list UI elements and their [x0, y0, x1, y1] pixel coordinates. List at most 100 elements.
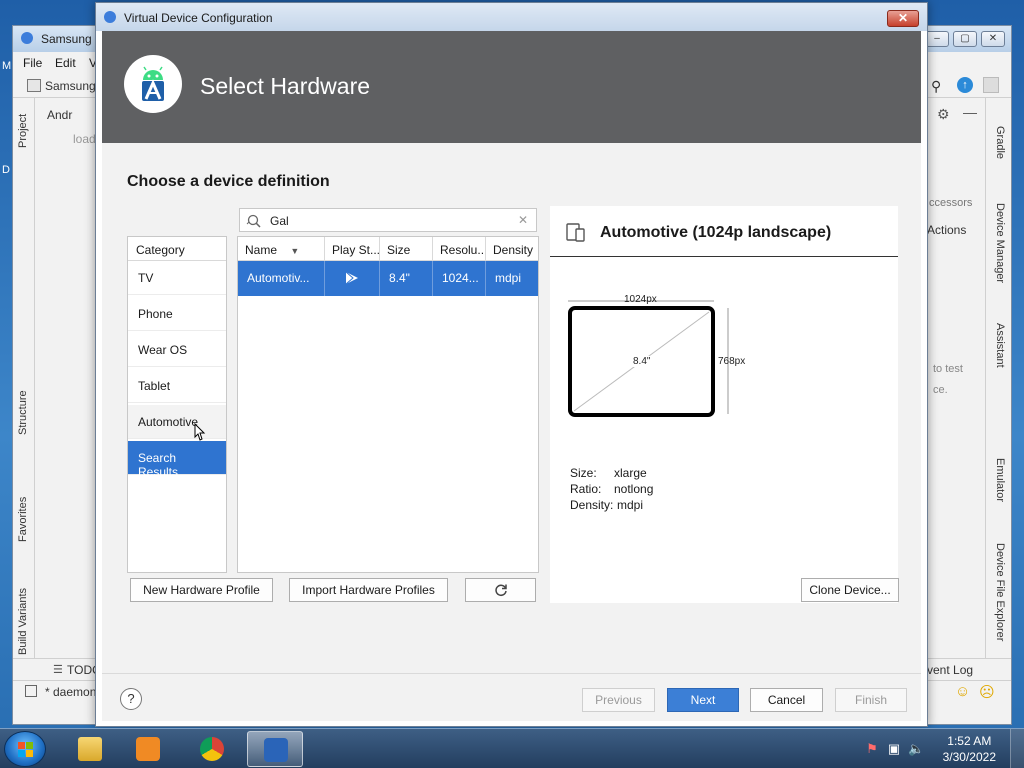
clone-device-button[interactable]: Clone Device...: [801, 578, 899, 602]
tab-emulator[interactable]: Emulator: [994, 458, 1006, 502]
tab-device-manager[interactable]: Device Manager: [994, 203, 1006, 283]
hint-text: ce.: [933, 384, 948, 396]
media-player-icon: [136, 737, 160, 761]
close-button[interactable]: ✕: [981, 31, 1005, 47]
category-item-wear-os[interactable]: Wear OS: [128, 333, 226, 367]
column-header-size[interactable]: Size: [380, 237, 433, 261]
dialog-body: Select Hardware Choose a device definiti…: [102, 31, 921, 721]
left-tool-strip: Project Structure Favorites Build Varian…: [13, 98, 35, 678]
device-title: Automotive (1024p landscape): [600, 224, 832, 241]
width-dimension-label: 1024px: [624, 294, 657, 305]
desktop-icon-label: M: [2, 60, 12, 72]
spec-row-size: Size: xlarge: [570, 466, 647, 480]
spec-key: Density:: [570, 498, 614, 512]
search-icon[interactable]: ⚲: [931, 78, 941, 95]
tab-event-log[interactable]: vent Log: [927, 663, 973, 677]
column-header-play-store[interactable]: Play St...: [325, 237, 380, 261]
column-header-name[interactable]: Name ▼: [238, 237, 325, 261]
cell-size[interactable]: 8.4": [380, 261, 433, 296]
refresh-button[interactable]: [465, 578, 536, 602]
action-center-flag-icon[interactable]: ⚑: [864, 741, 880, 757]
footer-divider: [102, 673, 921, 674]
import-hardware-profiles-button[interactable]: Import Hardware Profiles: [289, 578, 448, 602]
virtual-device-configuration-dialog: Virtual Device Configuration ✕ Select Ha…: [95, 2, 928, 727]
cancel-button[interactable]: Cancel: [750, 688, 823, 712]
update-icon[interactable]: ↑: [957, 77, 973, 93]
finish-button[interactable]: Finish: [835, 688, 907, 712]
actions-label: Actions: [927, 223, 967, 237]
network-icon[interactable]: ▣: [886, 741, 902, 757]
project-tree-item[interactable]: Andr: [47, 108, 72, 122]
dialog-titlebar: Virtual Device Configuration ✕: [96, 3, 927, 31]
new-hardware-profile-button[interactable]: New Hardware Profile: [130, 578, 273, 602]
android-studio-icon: [104, 11, 116, 23]
tab-gradle[interactable]: Gradle: [994, 126, 1006, 159]
taskbar-android-studio[interactable]: [247, 731, 303, 767]
sort-descending-icon: ▼: [290, 246, 300, 256]
spec-value: notlong: [614, 482, 654, 496]
project-icon: [27, 79, 41, 92]
show-desktop-button[interactable]: [1010, 729, 1024, 768]
sad-feedback-icon[interactable]: ☹: [979, 683, 995, 701]
right-tool-strip: Gradle Device Manager Assistant Emulator…: [985, 98, 1011, 678]
cell-name[interactable]: Automotiv...: [238, 261, 325, 296]
status-toggle-icon[interactable]: [25, 685, 37, 697]
tab-assistant[interactable]: Assistant: [994, 323, 1006, 368]
spec-value: xlarge: [614, 466, 647, 480]
column-header-density[interactable]: Density: [486, 237, 538, 261]
start-button[interactable]: [4, 731, 46, 767]
taskbar-media-player[interactable]: [120, 731, 176, 767]
device-phone-tablet-icon: [566, 223, 585, 242]
cell-density[interactable]: mdpi: [486, 261, 538, 296]
clock-date: 3/30/2022: [942, 750, 996, 764]
panel-tab-partial[interactable]: ccessors: [929, 197, 972, 209]
volume-icon[interactable]: 🔈: [908, 741, 924, 757]
tab-favorites[interactable]: Favorites: [17, 497, 29, 542]
page-title: Select Hardware: [200, 73, 371, 99]
tab-build-variants[interactable]: Build Variants: [17, 588, 29, 655]
gear-icon[interactable]: ⚙: [937, 106, 950, 123]
taskbar-explorer[interactable]: [62, 731, 118, 767]
previous-button[interactable]: Previous: [582, 688, 655, 712]
spec-key: Ratio:: [570, 482, 602, 496]
category-item-tablet[interactable]: Tablet: [128, 369, 226, 403]
menu-file[interactable]: File: [23, 56, 42, 70]
spec-row-ratio: Ratio: notlong: [570, 482, 653, 496]
tab-structure[interactable]: Structure: [17, 390, 29, 435]
cell-resolution[interactable]: 1024...: [433, 261, 486, 296]
clock-time: 1:52 AM: [947, 734, 992, 748]
desktop-icon-label: D: [2, 164, 10, 176]
category-list: Category TV Phone Wear OS Tablet Automot…: [127, 236, 227, 573]
maximize-button[interactable]: ▢: [953, 31, 977, 47]
refresh-icon: [494, 584, 507, 597]
search-input[interactable]: [270, 212, 510, 229]
taskbar-chrome[interactable]: [184, 731, 240, 767]
category-item-tv[interactable]: TV: [128, 261, 226, 295]
layout-icon[interactable]: [983, 77, 999, 93]
tab-device-file-explorer[interactable]: Device File Explorer: [994, 543, 1006, 641]
play-store-icon: [345, 271, 358, 285]
category-item-phone[interactable]: Phone: [128, 297, 226, 331]
device-search-field[interactable]: ✕: [239, 208, 537, 232]
hint-text: to test: [933, 363, 963, 375]
tab-project[interactable]: Project: [17, 114, 29, 148]
menu-edit[interactable]: Edit: [55, 56, 76, 70]
toolbar-project-name[interactable]: Samsung: [45, 79, 96, 93]
help-button[interactable]: ?: [120, 688, 142, 710]
header-banner: Select Hardware: [102, 31, 921, 143]
happy-feedback-icon[interactable]: ☺: [955, 683, 970, 700]
minimize-button[interactable]: –: [925, 31, 949, 47]
clear-search-icon[interactable]: ✕: [518, 213, 528, 227]
taskbar: ⚑ ▣ 🔈 1:52 AM 3/30/2022: [0, 728, 1024, 768]
device-table: Name ▼ Play St... Size Resolu... Density…: [237, 236, 539, 573]
loading-text: load: [73, 132, 96, 146]
category-item-automotive[interactable]: Automotive: [128, 405, 226, 439]
cell-play-store[interactable]: [325, 261, 380, 296]
minimize-panel-icon[interactable]: —: [963, 104, 977, 120]
clock[interactable]: 1:52 AM 3/30/2022: [943, 733, 996, 765]
device-details-panel: Automotive (1024p landscape) 1024px 768p…: [550, 206, 898, 603]
category-item-search-results[interactable]: Search Results: [128, 441, 226, 479]
dialog-close-button[interactable]: ✕: [887, 10, 919, 27]
column-header-resolution[interactable]: Resolu...: [433, 237, 486, 261]
next-button[interactable]: Next: [667, 688, 739, 712]
